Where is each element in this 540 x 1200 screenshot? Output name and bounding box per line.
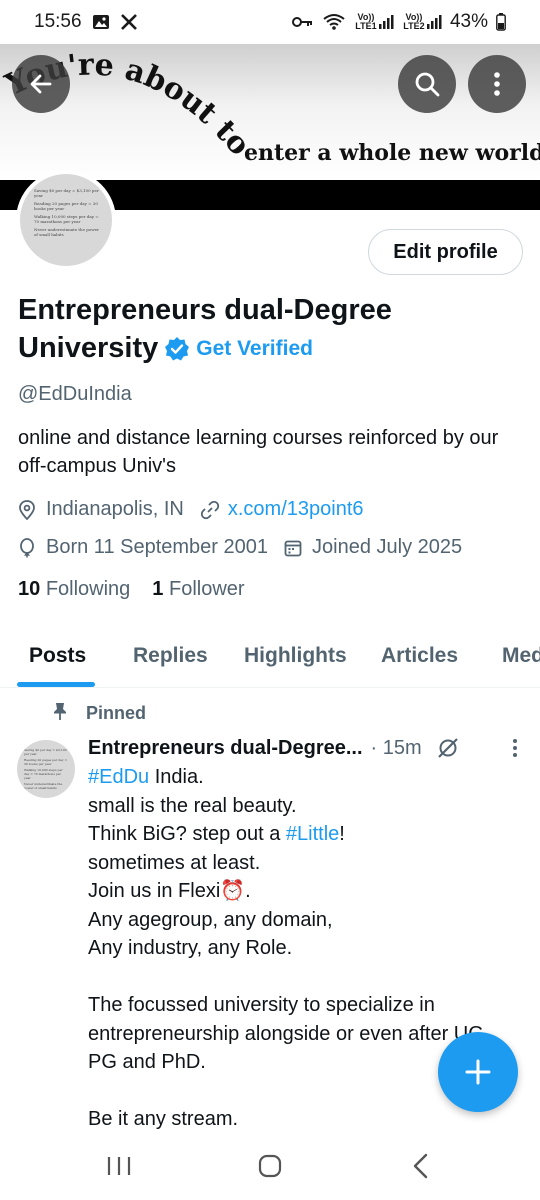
active-tab-indicator bbox=[17, 682, 95, 687]
location-icon bbox=[18, 499, 40, 520]
post-line: Think BiG? step out a #Little! bbox=[88, 820, 528, 849]
lte2-signal-icon: Vo)) LTE2 bbox=[402, 13, 442, 31]
tab-media[interactable]: Med bbox=[502, 644, 540, 668]
follow-stats: 10 Following 1 Follower bbox=[18, 578, 245, 601]
link-icon bbox=[200, 500, 222, 520]
clock: 15:56 bbox=[34, 11, 82, 32]
joined-date: Joined July 2025 bbox=[312, 536, 463, 558]
search-button[interactable] bbox=[398, 55, 456, 113]
back-chevron-icon bbox=[413, 1153, 428, 1179]
profile-meta-row-1: Indianapolis, IN x.com/13point6 bbox=[18, 498, 364, 521]
avatar-text-line: Reading 20 pages per day = 30 books per … bbox=[34, 201, 98, 211]
recent-apps-icon bbox=[107, 1157, 131, 1175]
home-icon bbox=[258, 1154, 282, 1178]
profile-handle: @EdDuIndia bbox=[18, 383, 132, 405]
profile-avatar[interactable]: Saving $0 per day = $3,100 per year Read… bbox=[16, 170, 116, 270]
post-header: Entrepreneurs dual-Degree... · 15m bbox=[88, 736, 528, 760]
profile-name-block: Entrepreneurs dual-Degree University Get … bbox=[18, 291, 498, 368]
profile-bio: online and distance learning courses rei… bbox=[18, 427, 499, 477]
location-text: Indianapolis, IN bbox=[46, 498, 184, 520]
search-icon bbox=[415, 72, 440, 97]
hashtag-link[interactable]: #EdDu bbox=[88, 766, 149, 788]
verified-badge-icon[interactable] bbox=[164, 336, 190, 362]
avatar-image: Saving $0 per day = $3,100 per year Read… bbox=[20, 174, 112, 266]
tab-posts[interactable]: Posts bbox=[29, 644, 86, 668]
profile-tabs: Posts Replies Highlights Articles Med bbox=[0, 630, 540, 688]
banner-line-text: enter a whole new world bbox=[244, 140, 540, 166]
post-author-avatar[interactable]: Saving $0 per day = $3,100 per year Read… bbox=[17, 740, 75, 798]
followers-label: Follower bbox=[168, 578, 245, 600]
profile-banner: You're about to enter a whole new world bbox=[0, 44, 540, 180]
followers-link[interactable]: 1 Follower bbox=[152, 578, 244, 601]
compose-post-button[interactable] bbox=[438, 1032, 518, 1112]
avatar-text-line: Saving $0 per day = $3,100 per year bbox=[24, 748, 67, 756]
followers-count: 1 bbox=[152, 578, 164, 600]
post-line-text: Think BiG? step out a bbox=[88, 823, 286, 845]
avatar-text-line: Reading 20 pages per day = 30 books per … bbox=[24, 758, 68, 766]
post-line: Any agegroup, any domain, bbox=[88, 908, 333, 931]
post-line: Be it any stream. bbox=[88, 1108, 239, 1130]
tab-highlights[interactable]: Highlights bbox=[244, 644, 347, 668]
post-line: sometimes at least. bbox=[88, 851, 261, 874]
post-timestamp: · 15m bbox=[370, 736, 422, 759]
birth-date: Born 11 September 2001 bbox=[46, 536, 269, 558]
more-vertical-icon bbox=[494, 72, 500, 96]
following-label: Following bbox=[45, 578, 131, 600]
hashtag-link[interactable]: #Little bbox=[286, 823, 339, 845]
avatar-text-line: Walking 10,000 steps per day = 70 marath… bbox=[34, 214, 99, 224]
banner-artwork: You're about to enter a whole new world bbox=[0, 47, 540, 166]
post-line: Any industry, any Role. bbox=[88, 937, 293, 959]
back-nav-button[interactable] bbox=[410, 1152, 432, 1185]
pinned-label: Pinned bbox=[86, 703, 147, 723]
tab-replies[interactable]: Replies bbox=[133, 644, 208, 668]
post-line-text: India. bbox=[149, 766, 204, 788]
avatar-text-line: Walking 10,000 steps per day = 70 marath… bbox=[24, 768, 63, 780]
post-line: The focussed university to specialize in bbox=[88, 994, 435, 1016]
edit-profile-button[interactable]: Edit profile bbox=[368, 229, 523, 275]
avatar-text-line: Never underestimate the power of small h… bbox=[24, 782, 63, 790]
calendar-icon bbox=[284, 539, 306, 557]
grok-icon[interactable] bbox=[436, 736, 460, 760]
gallery-icon bbox=[92, 14, 110, 30]
avatar-text-line: Never underestimate the power of small h… bbox=[34, 227, 99, 237]
status-bar: 15:56 Vo)) LTE1 Vo)) LTE2 43% bbox=[0, 0, 540, 44]
back-arrow-icon bbox=[30, 74, 52, 94]
home-button[interactable] bbox=[257, 1153, 283, 1184]
pinned-indicator: Pinned bbox=[50, 701, 146, 726]
x-logo-icon bbox=[120, 13, 138, 31]
recent-apps-button[interactable] bbox=[106, 1154, 132, 1183]
pin-icon bbox=[50, 701, 70, 726]
following-count: 10 bbox=[18, 578, 41, 600]
get-verified-link[interactable]: Get Verified bbox=[196, 337, 313, 360]
system-nav-bar bbox=[0, 1138, 540, 1200]
post-author-name[interactable]: Entrepreneurs dual-Degree... bbox=[88, 737, 363, 760]
more-options-button[interactable] bbox=[468, 55, 526, 113]
post-line: small is the real beauty. bbox=[88, 794, 297, 817]
wifi-icon bbox=[322, 13, 346, 31]
avatar-text-line: Saving $0 per day = $3,100 per year bbox=[34, 188, 99, 198]
back-button[interactable] bbox=[12, 55, 70, 113]
battery-percent: 43% bbox=[449, 11, 488, 32]
post-line: #EdDu India. bbox=[88, 763, 528, 792]
battery-icon bbox=[496, 13, 506, 31]
tab-articles[interactable]: Articles bbox=[381, 644, 458, 668]
post-line: Join us in Flexi⏰. bbox=[88, 880, 251, 902]
post-more-icon[interactable] bbox=[512, 738, 518, 758]
following-link[interactable]: 10 Following bbox=[18, 578, 130, 601]
lte1-signal-icon: Vo)) LTE1 bbox=[354, 13, 394, 31]
plus-icon bbox=[465, 1059, 491, 1085]
post-line-text: ! bbox=[339, 823, 345, 845]
profile-meta-row-2: Born 11 September 2001 Joined July 2025 bbox=[18, 536, 462, 559]
balloon-icon bbox=[18, 537, 40, 558]
key-icon bbox=[291, 15, 314, 29]
website-link[interactable]: x.com/13point6 bbox=[228, 498, 364, 521]
